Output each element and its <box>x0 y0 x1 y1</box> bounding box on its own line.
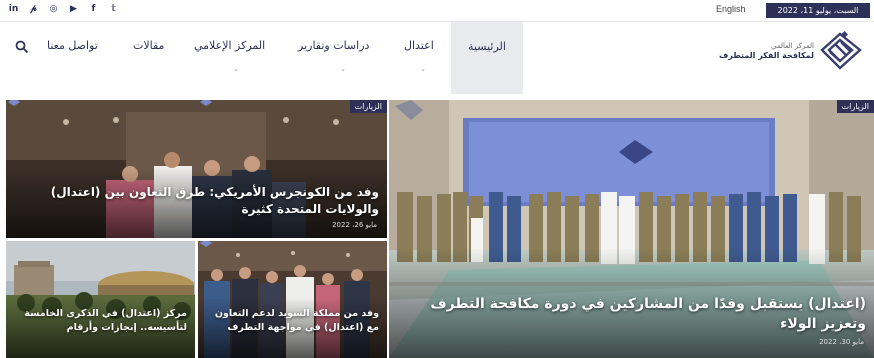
featured-article[interactable]: الزيارات (اعتدال) يستقبل وفدًا من المشار… <box>389 100 874 358</box>
category-badge[interactable]: الزيارات <box>349 100 387 113</box>
logo-icon[interactable] <box>818 30 864 72</box>
language-switch[interactable]: English <box>716 4 746 14</box>
chevron-down-icon: ⌄ <box>420 65 426 73</box>
article-card[interactable]: وفد من مملكة السويد لدعم التعاون مع (اعت… <box>198 241 387 358</box>
nav-studies-reports[interactable]: دراسات وتقارير <box>298 39 369 52</box>
instagram-icon[interactable]: ◎ <box>48 3 59 16</box>
nav-articles[interactable]: مقالات <box>133 39 164 52</box>
featured-title[interactable]: (اعتدال) يستقبل وفدًا من المشاركين في دو… <box>426 294 866 334</box>
search-icon[interactable] <box>15 40 29 54</box>
logo-line-1: المركز العالمي <box>770 42 814 50</box>
article-card[interactable]: الزيارات وفد من الكونجرس الأمريكي: طرق ا… <box>6 100 387 238</box>
article-title[interactable]: مركز (اعتدال) في الذكرى الخامسة لتأسيسه.… <box>9 307 187 335</box>
logo-line-2: لمكافحة الفكر المتطرف <box>718 51 814 60</box>
chevron-down-icon: ⌄ <box>233 65 239 73</box>
article-card[interactable]: مركز (اعتدال) في الذكرى الخامسة لتأسيسه.… <box>6 241 195 358</box>
top-bar: in 𝓅 ◎ ▶ f 𝕥 English السبت، يوليو 11، 20… <box>0 0 874 22</box>
social-links: in 𝓅 ◎ ▶ f 𝕥 <box>8 3 119 16</box>
nav-home-label: الرئيسية <box>468 40 506 53</box>
linkedin-icon[interactable]: in <box>8 3 19 16</box>
twitter-icon[interactable]: 𝕥 <box>108 3 119 16</box>
article-date: مايو 26، 2022 <box>332 221 377 229</box>
featured-date: مايو 30، 2022 <box>819 338 864 346</box>
main-header: تواصل معنا مقالات المركز الإعلامي ⌄ دراس… <box>0 22 874 94</box>
youtube-icon[interactable]: ▶ <box>68 3 79 16</box>
logo-text[interactable]: المركز العالمي لمكافحة الفكر المتطرف <box>694 42 814 60</box>
pinterest-icon[interactable]: 𝓅 <box>28 3 39 16</box>
category-badge[interactable]: الزيارات <box>836 100 874 113</box>
current-date: السبت، يوليو 11، 2022 <box>766 3 870 18</box>
nav-contact[interactable]: تواصل معنا <box>47 39 98 52</box>
nav-home[interactable]: الرئيسية <box>451 22 523 94</box>
facebook-icon[interactable]: f <box>88 3 99 16</box>
nav-media-center[interactable]: المركز الإعلامي <box>194 39 265 52</box>
article-title[interactable]: وفد من مملكة السويد لدعم التعاون مع (اعت… <box>201 307 379 335</box>
nav-etidal[interactable]: اعتدال <box>404 39 434 52</box>
chevron-down-icon: ⌄ <box>340 65 346 73</box>
article-title[interactable]: وفد من الكونجرس الأمريكي: طرق التعاون بي… <box>29 184 379 218</box>
